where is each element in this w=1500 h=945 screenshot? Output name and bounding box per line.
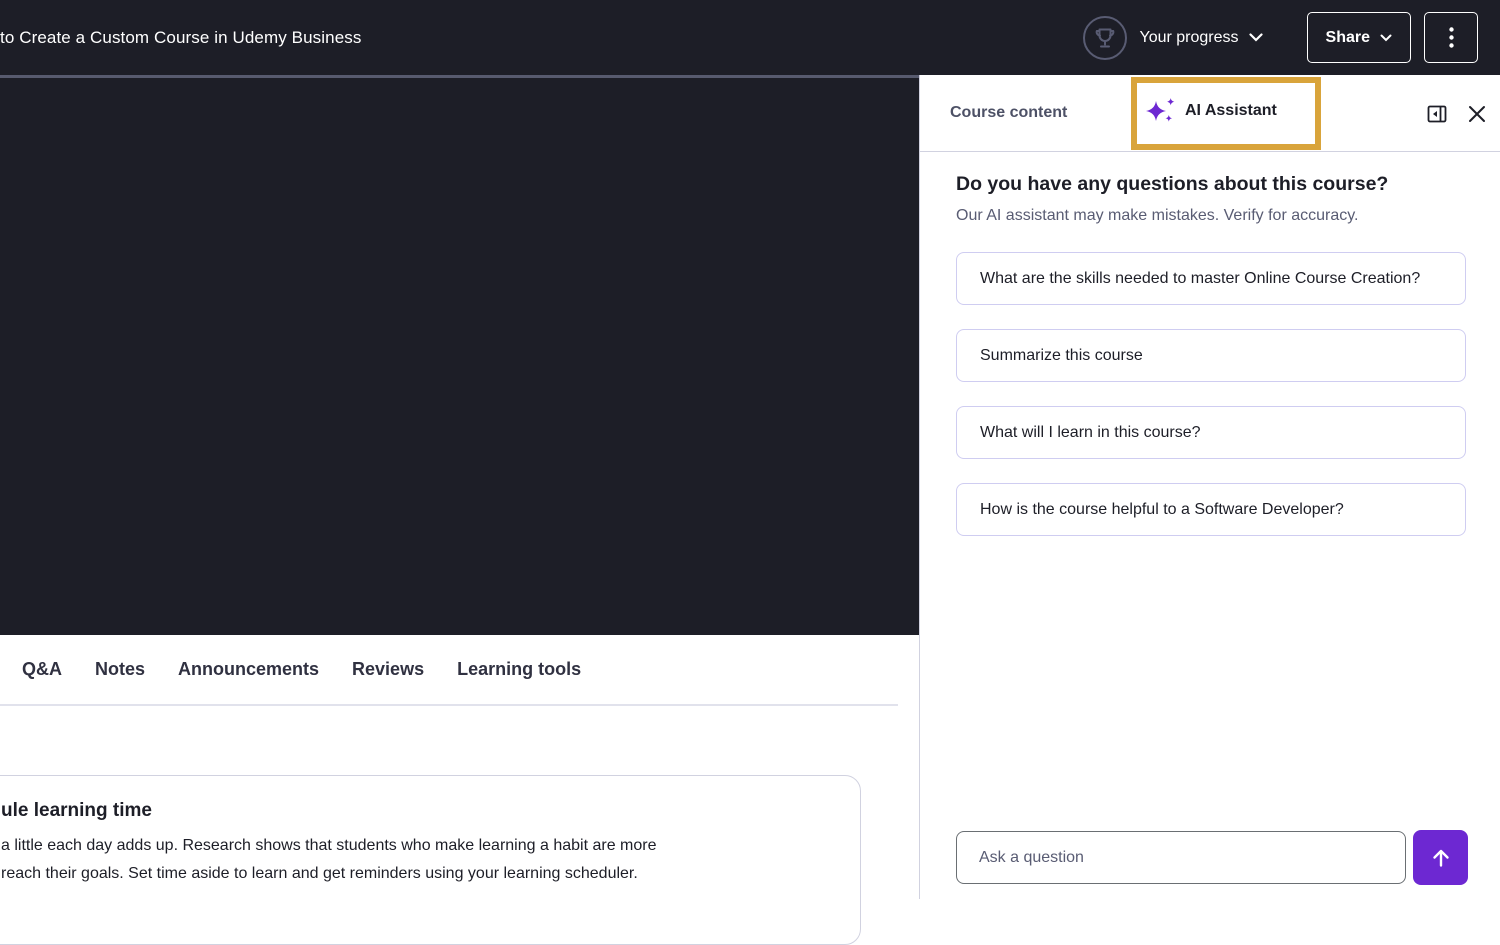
suggestion-list: What are the skills needed to master Onl… (956, 252, 1465, 536)
collapse-panel-icon (1426, 103, 1448, 125)
ask-question-input[interactable] (956, 831, 1406, 884)
card-text-line2: reach their goals. Set time aside to lea… (1, 860, 860, 888)
assistant-disclaimer: Our AI assistant may make mistakes. Veri… (956, 207, 1465, 225)
chevron-down-icon (1249, 33, 1263, 42)
close-panel-button[interactable] (1465, 102, 1489, 126)
tab-announcements[interactable]: Announcements (178, 659, 319, 680)
send-arrow-icon (1429, 846, 1453, 870)
ai-assistant-panel: Course content AI Assistant Do you have (919, 75, 1500, 899)
send-question-button[interactable] (1413, 830, 1468, 885)
more-options-button[interactable] (1424, 12, 1478, 63)
ask-question-row (956, 830, 1468, 885)
topbar-actions: Your progress Share (1083, 0, 1479, 75)
kebab-menu-icon (1449, 27, 1454, 48)
ai-sparkle-icon (1146, 98, 1176, 124)
tab-course-content[interactable]: Course content (950, 104, 1067, 122)
video-player[interactable] (0, 75, 919, 635)
dashboard-tabs: Q&A Notes Announcements Reviews Learning… (0, 635, 919, 680)
panel-body: Do you have any questions about this cou… (920, 152, 1500, 536)
panel-header: Course content AI Assistant (920, 75, 1500, 152)
tab-qa[interactable]: Q&A (22, 659, 62, 680)
suggestion-summarize[interactable]: Summarize this course (956, 329, 1466, 382)
share-label: Share (1326, 29, 1370, 47)
suggestion-learn[interactable]: What will I learn in this course? (956, 406, 1466, 459)
tabs-divider (0, 704, 898, 706)
tab-learning-tools[interactable]: Learning tools (457, 659, 581, 680)
suggestion-skills[interactable]: What are the skills needed to master Onl… (956, 252, 1466, 305)
trophy-icon[interactable] (1083, 16, 1127, 60)
tab-ai-assistant[interactable]: AI Assistant (1146, 75, 1277, 149)
suggestion-helpful[interactable]: How is the course helpful to a Software … (956, 483, 1466, 536)
top-bar: to Create a Custom Course in Udemy Busin… (0, 0, 1500, 75)
tab-notes[interactable]: Notes (95, 659, 145, 680)
card-text-line1: a little each day adds up. Research show… (1, 832, 860, 860)
course-title: to Create a Custom Course in Udemy Busin… (0, 28, 361, 48)
your-progress-label: Your progress (1140, 29, 1239, 47)
collapse-panel-button[interactable] (1425, 102, 1449, 126)
close-icon (1468, 105, 1486, 123)
course-dashboard: Q&A Notes Announcements Reviews Learning… (0, 635, 919, 899)
schedule-learning-time-card: ule learning time a little each day adds… (0, 775, 861, 945)
chevron-down-icon (1380, 34, 1392, 42)
share-button[interactable]: Share (1307, 12, 1411, 63)
tab-reviews[interactable]: Reviews (352, 659, 424, 680)
card-heading: ule learning time (1, 800, 860, 822)
ai-assistant-label: AI Assistant (1185, 102, 1277, 120)
assistant-heading: Do you have any questions about this cou… (956, 173, 1465, 196)
your-progress-dropdown[interactable]: Your progress (1140, 29, 1263, 47)
